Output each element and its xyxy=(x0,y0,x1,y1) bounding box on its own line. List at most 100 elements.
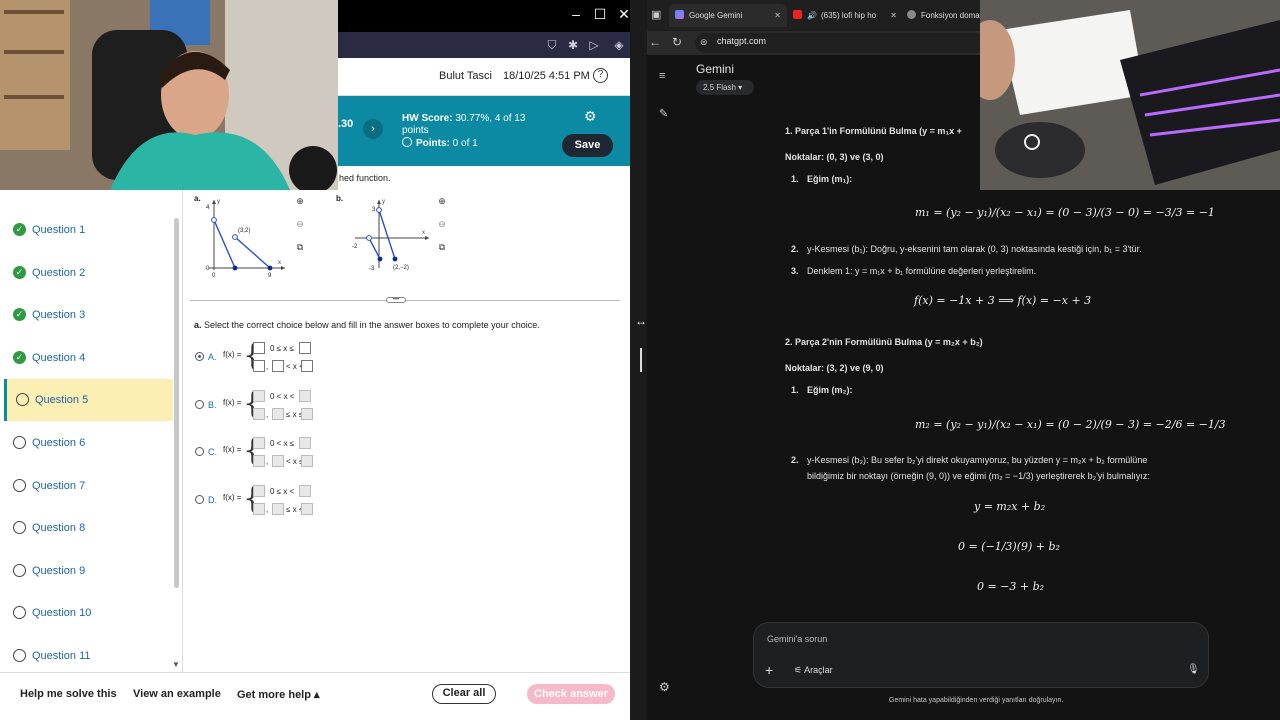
maximize-icon[interactable]: ☐ xyxy=(588,6,612,23)
question-list-item[interactable]: Question 10 xyxy=(4,592,173,634)
play-icon[interactable]: ▷ xyxy=(586,37,602,53)
microphone-icon[interactable]: 🎙 xyxy=(1187,664,1200,675)
zoom-out-icon[interactable]: ⊖ xyxy=(435,217,449,231)
check-circle-icon: ✓ xyxy=(13,265,26,279)
minimize-icon[interactable]: – xyxy=(564,6,588,22)
extension-icon[interactable]: ✱ xyxy=(565,37,581,53)
tab-fonksiyon[interactable]: Fonksiyon doma xyxy=(903,4,983,27)
radio-button[interactable] xyxy=(195,352,204,361)
question-list-item[interactable]: Question 7 xyxy=(4,465,173,507)
gemini-icon xyxy=(675,10,684,19)
question-list-scrollbar[interactable] xyxy=(174,218,179,588)
save-button[interactable]: Save xyxy=(562,134,613,157)
answer-choice[interactable]: D. f(x) ={0 ≤ x <, ≤ x < xyxy=(195,480,335,520)
graph-a-segment-1 xyxy=(213,219,236,269)
answer-box[interactable] xyxy=(253,502,265,515)
view-example-button[interactable]: View an example xyxy=(133,688,221,700)
answer-box[interactable] xyxy=(301,455,313,467)
window-splitter[interactable]: ↔ xyxy=(630,0,647,720)
question-list-item[interactable]: ✓ Question 1 xyxy=(4,209,173,251)
answer-choice[interactable]: B. f(x) ={0 < x <, ≤ x ≤ xyxy=(195,385,335,425)
prompt-box[interactable]: Gemini'a sorun + ⚟ Araçlar 🎙 xyxy=(753,622,1209,688)
shield-icon[interactable]: ⛉ xyxy=(544,37,560,53)
question-list-item[interactable]: ✓ Question 3 xyxy=(4,294,173,336)
equation-c: 0 = −3 + b₂ xyxy=(977,580,1045,593)
p2-step2-line2: bildiğimiz bir noktayı (örneğin (9, 0)) … xyxy=(807,471,1150,481)
answer-choice[interactable]: C. f(x) ={0 < x ≤, < x ≤ xyxy=(195,432,335,472)
graph-b-open-point xyxy=(376,207,382,213)
splitter-handle[interactable] xyxy=(640,348,642,372)
question-label: Question 6 xyxy=(32,437,86,449)
open-new-window-icon[interactable]: ⧉ xyxy=(293,240,307,254)
zoom-out-icon[interactable]: ⊖ xyxy=(293,217,307,231)
answer-box[interactable] xyxy=(272,360,284,372)
answer-box[interactable] xyxy=(253,484,265,497)
answer-box[interactable] xyxy=(253,407,265,420)
question-list-item[interactable]: Question 11 xyxy=(4,635,173,677)
sidebar-toggle-icon[interactable]: ▣ xyxy=(651,4,665,27)
instruction-text: Select the correct choice below and fill… xyxy=(204,320,540,330)
graph-a-closed-point xyxy=(267,265,273,271)
answer-box[interactable] xyxy=(299,484,311,497)
answer-box[interactable] xyxy=(301,407,313,420)
question-list-item[interactable]: Question 8 xyxy=(4,507,173,549)
points-label: Points: xyxy=(416,138,450,149)
speaker-icon: 🔊 xyxy=(807,11,817,20)
radio-button[interactable] xyxy=(195,399,204,409)
next-question-icon[interactable]: › xyxy=(363,119,383,139)
close-tab-icon[interactable]: ✕ xyxy=(890,4,897,27)
answer-box[interactable] xyxy=(253,437,265,449)
question-list-item[interactable]: Question 6 xyxy=(4,422,173,464)
menu-icon[interactable]: ≡ xyxy=(659,70,665,82)
answer-box[interactable] xyxy=(299,389,311,402)
question-list-item[interactable]: Question 9 xyxy=(4,550,173,592)
help-icon[interactable]: ? xyxy=(593,68,608,83)
reload-icon[interactable]: ↻ xyxy=(672,35,682,49)
answer-box[interactable] xyxy=(272,407,284,420)
radio-button[interactable] xyxy=(195,447,204,456)
chevron-down-icon[interactable]: ▼ xyxy=(172,660,180,669)
answer-box[interactable] xyxy=(299,437,311,449)
help-me-solve-button[interactable]: Help me solve this xyxy=(20,688,117,700)
cube-icon[interactable]: ◈ xyxy=(611,37,627,53)
close-icon[interactable]: ✕ xyxy=(612,6,630,23)
question-label: Question 9 xyxy=(32,564,86,577)
get-more-help-button[interactable]: Get more help ▴ xyxy=(237,688,320,701)
model-selector[interactable]: 2.5 Flash ▾ xyxy=(696,80,754,95)
answer-box[interactable] xyxy=(301,502,313,515)
question-list-item[interactable]: ✓ Question 4 xyxy=(4,337,173,379)
zoom-in-icon[interactable]: ⊕ xyxy=(293,194,307,208)
prompt-input[interactable]: Gemini'a sorun xyxy=(767,634,827,644)
zoom-in-icon[interactable]: ⊕ xyxy=(435,194,449,208)
gear-icon[interactable]: ⚙ xyxy=(584,108,597,125)
question-list-item[interactable]: Question 5 xyxy=(4,379,173,422)
answer-choice[interactable]: A. f(x) ={0 ≤ x ≤, < x < xyxy=(195,337,335,377)
answer-box[interactable] xyxy=(272,455,284,467)
settings-icon[interactable]: ⚙ xyxy=(659,680,670,694)
clear-all-button[interactable]: Clear all xyxy=(432,684,496,704)
answer-box[interactable] xyxy=(272,502,284,515)
answer-box[interactable] xyxy=(253,389,265,402)
comma: , xyxy=(266,362,269,371)
answer-box[interactable] xyxy=(253,360,265,372)
tools-button[interactable]: ⚟ Araçlar xyxy=(794,665,833,676)
graph-b-x-label: x xyxy=(422,230,425,236)
question-list-item[interactable]: ✓ Question 2 xyxy=(4,252,173,294)
answer-box[interactable] xyxy=(253,342,265,354)
answer-box[interactable] xyxy=(253,455,265,467)
check-answer-button[interactable]: Check answer xyxy=(527,684,615,704)
plus-icon[interactable]: + xyxy=(765,662,773,678)
new-chat-icon[interactable]: ✎ xyxy=(659,107,668,120)
site-info-icon[interactable]: ⊜ xyxy=(700,37,708,48)
answer-box[interactable] xyxy=(301,360,313,372)
open-new-window-icon[interactable]: ⧉ xyxy=(435,240,449,254)
close-tab-icon[interactable]: ✕ xyxy=(774,4,781,27)
question-label: Question 7 xyxy=(32,479,86,492)
tab-lofi[interactable]: 🔊 (635) lofi hip ho ✕ xyxy=(789,4,899,27)
back-icon[interactable]: ← xyxy=(649,35,661,49)
drag-handle-icon[interactable]: ••• xyxy=(386,297,406,303)
tab-google-gemini[interactable]: Google Gemini ✕ xyxy=(669,4,787,27)
radio-button[interactable] xyxy=(195,494,204,504)
answer-box[interactable] xyxy=(299,342,311,354)
comma: , xyxy=(266,409,269,419)
